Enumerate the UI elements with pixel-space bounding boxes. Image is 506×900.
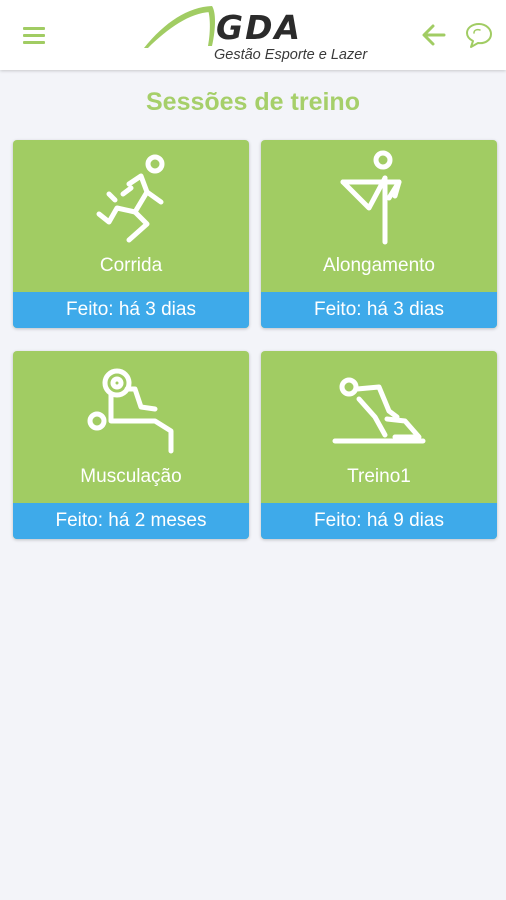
session-status: Feito: há 2 meses bbox=[13, 503, 249, 539]
page-title: Sessões de treino bbox=[146, 88, 360, 116]
gda-logo: GDA Gestão Esporte e Lazer bbox=[140, 4, 370, 66]
top-app-bar: GDA Gestão Esporte e Lazer bbox=[0, 0, 506, 70]
session-card-alongamento[interactable]: Alongamento Feito: há 3 dias bbox=[261, 140, 497, 328]
floor-exercise-icon bbox=[261, 359, 497, 463]
session-card-treino1[interactable]: Treino1 Feito: há 9 dias bbox=[261, 351, 497, 539]
session-status: Feito: há 3 dias bbox=[13, 292, 249, 328]
session-status: Feito: há 9 dias bbox=[261, 503, 497, 539]
arrow-left-icon[interactable] bbox=[420, 22, 448, 48]
session-status: Feito: há 3 dias bbox=[261, 292, 497, 328]
session-label: Treino1 bbox=[347, 466, 411, 487]
brand-tagline: Gestão Esporte e Lazer bbox=[214, 47, 368, 63]
hamburger-menu-icon[interactable] bbox=[20, 22, 50, 48]
session-label: Alongamento bbox=[323, 255, 435, 276]
brand-name: GDA bbox=[216, 8, 303, 47]
session-card-musculacao[interactable]: Musculação Feito: há 2 meses bbox=[13, 351, 249, 539]
session-label: Musculação bbox=[80, 466, 182, 487]
logo-swoosh-icon bbox=[144, 6, 215, 48]
session-card-corrida[interactable]: Corrida Feito: há 3 dias bbox=[13, 140, 249, 328]
running-icon bbox=[13, 148, 249, 252]
chat-bubble-icon[interactable] bbox=[464, 20, 494, 50]
stretching-icon bbox=[261, 148, 497, 252]
session-label: Corrida bbox=[99, 255, 163, 276]
weight-training-icon bbox=[13, 359, 249, 463]
